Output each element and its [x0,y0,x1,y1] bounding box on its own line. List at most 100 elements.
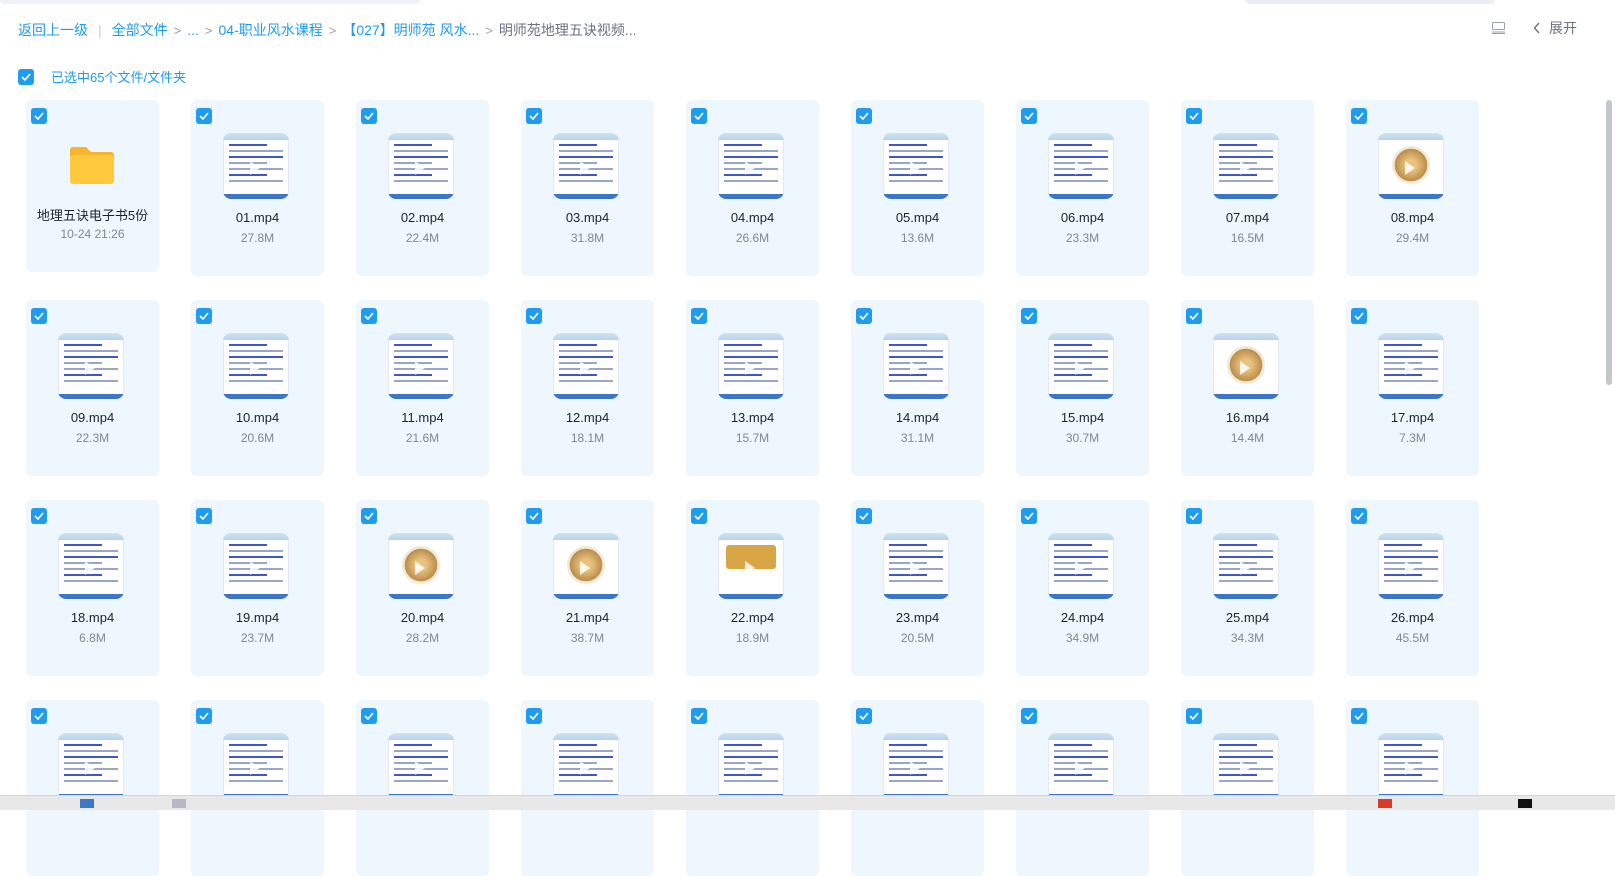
video-thumbnail[interactable] [58,733,124,799]
select-all[interactable]: 已选中65个文件/文件夹 [18,67,186,86]
file-card[interactable] [1181,700,1314,876]
video-thumbnail[interactable] [883,733,949,799]
checkbox-checked-icon[interactable] [31,508,47,524]
video-thumbnail[interactable] [553,533,619,599]
checkbox-checked-icon[interactable] [361,308,377,324]
file-card[interactable]: 10.mp4 20.6M [191,300,324,476]
video-thumbnail[interactable] [718,333,784,399]
file-card[interactable]: 21.mp4 38.7M [521,500,654,676]
file-card[interactable]: 12.mp4 18.1M [521,300,654,476]
checkbox-checked-icon[interactable] [691,308,707,324]
video-thumbnail[interactable] [1048,333,1114,399]
file-card[interactable] [191,700,324,876]
checkbox-checked-icon[interactable] [1021,308,1037,324]
video-thumbnail[interactable] [1378,333,1444,399]
breadcrumb-ellipsis[interactable]: ... [187,22,199,38]
checkbox-checked-icon[interactable] [31,708,47,724]
checkbox-checked-icon[interactable] [196,308,212,324]
back-link[interactable]: 返回上一级 [18,20,88,40]
video-thumbnail[interactable] [1213,333,1279,399]
file-card[interactable] [851,700,984,876]
video-thumbnail[interactable] [1048,133,1114,199]
file-card[interactable]: 02.mp4 22.4M [356,100,489,276]
taskbar-app-icon[interactable] [172,799,186,808]
taskbar-app-icon[interactable] [80,799,94,808]
checkbox-checked-icon[interactable] [196,708,212,724]
video-thumbnail[interactable] [223,533,289,599]
file-card[interactable]: 26.mp4 45.5M [1346,500,1479,676]
file-card[interactable]: 17.mp4 7.3M [1346,300,1479,476]
checkbox-checked-icon[interactable] [691,108,707,124]
file-card[interactable] [26,700,159,876]
checkbox-checked-icon[interactable] [31,308,47,324]
breadcrumb-sub-folder[interactable]: 【027】明师苑 风水... [342,20,479,40]
video-thumbnail[interactable] [1378,133,1444,199]
video-thumbnail[interactable] [883,333,949,399]
chevron-left-icon[interactable] [1533,22,1541,34]
breadcrumb-course-folder[interactable]: 04-职业风水课程 [219,20,323,40]
checkbox-checked-icon[interactable] [526,108,542,124]
video-thumbnail[interactable] [388,133,454,199]
video-thumbnail[interactable] [553,733,619,799]
file-card[interactable]: 04.mp4 26.6M [686,100,819,276]
checkbox-checked-icon[interactable] [1186,308,1202,324]
file-card[interactable]: 06.mp4 23.3M [1016,100,1149,276]
file-card[interactable] [1346,700,1479,876]
checkbox-checked-icon[interactable] [361,708,377,724]
video-thumbnail[interactable] [553,333,619,399]
checkbox-checked-icon[interactable] [196,108,212,124]
checkbox-checked-icon[interactable] [1021,708,1037,724]
video-thumbnail[interactable] [388,533,454,599]
file-card[interactable]: 08.mp4 29.4M [1346,100,1479,276]
video-thumbnail[interactable] [58,333,124,399]
video-thumbnail[interactable] [1378,733,1444,799]
video-thumbnail[interactable] [223,133,289,199]
taskbar-app-icon[interactable] [1378,799,1392,808]
checkbox-checked-icon[interactable] [196,508,212,524]
video-thumbnail[interactable] [883,133,949,199]
video-thumbnail[interactable] [1213,133,1279,199]
video-thumbnail[interactable] [223,333,289,399]
scrollbar[interactable] [1606,100,1612,385]
folder-card[interactable]: 地理五诀电子书5份 10-24 21:26 [26,100,159,272]
checkbox-checked-icon[interactable] [526,508,542,524]
video-thumbnail[interactable] [1048,733,1114,799]
file-card[interactable] [356,700,489,876]
expand-button[interactable]: 展开 [1549,18,1577,38]
checkbox-checked-icon[interactable] [31,108,47,124]
video-thumbnail[interactable] [388,733,454,799]
checkbox-checked-icon[interactable] [691,708,707,724]
video-thumbnail[interactable] [1213,733,1279,799]
video-thumbnail[interactable] [718,133,784,199]
file-card[interactable]: 03.mp4 31.8M [521,100,654,276]
file-card[interactable]: 16.mp4 14.4M [1181,300,1314,476]
checkbox-checked-icon[interactable] [856,508,872,524]
checkbox-checked-icon[interactable] [526,708,542,724]
checkbox-checked-icon[interactable] [1186,108,1202,124]
video-thumbnail[interactable] [718,733,784,799]
file-card[interactable]: 24.mp4 34.9M [1016,500,1149,676]
file-card[interactable] [521,700,654,876]
taskbar-app-icon[interactable] [1518,799,1532,808]
file-card[interactable]: 05.mp4 13.6M [851,100,984,276]
video-thumbnail[interactable] [553,133,619,199]
checkbox-checked-icon[interactable] [1351,708,1367,724]
file-card[interactable]: 19.mp4 23.7M [191,500,324,676]
file-card[interactable]: 01.mp4 27.8M [191,100,324,276]
file-card[interactable]: 14.mp4 31.1M [851,300,984,476]
checkbox-checked-icon[interactable] [526,308,542,324]
video-thumbnail[interactable] [1378,533,1444,599]
file-card[interactable] [686,700,819,876]
checkbox-checked-icon[interactable] [691,508,707,524]
checkbox-checked-icon[interactable] [856,108,872,124]
video-thumbnail[interactable] [388,333,454,399]
checkbox-checked-icon[interactable] [361,508,377,524]
checkbox-checked-icon[interactable] [1351,508,1367,524]
list-view-icon[interactable] [1492,22,1505,34]
file-card[interactable]: 18.mp4 6.8M [26,500,159,676]
video-thumbnail[interactable] [1213,533,1279,599]
file-card[interactable]: 11.mp4 21.6M [356,300,489,476]
file-card[interactable]: 07.mp4 16.5M [1181,100,1314,276]
file-card[interactable]: 22.mp4 18.9M [686,500,819,676]
video-thumbnail[interactable] [718,533,784,599]
